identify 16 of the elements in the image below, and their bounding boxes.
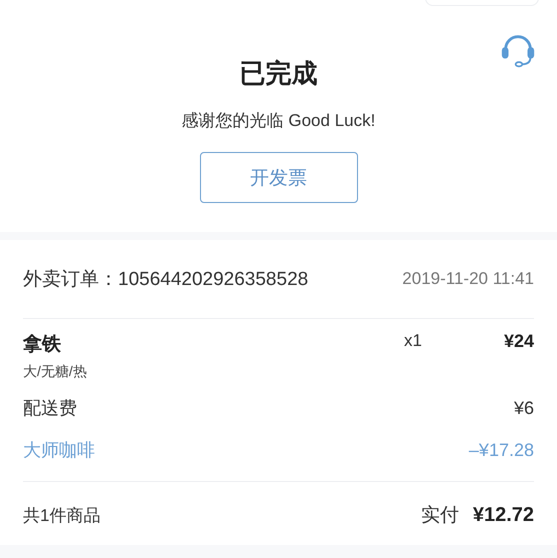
fee-amount: ¥6 bbox=[514, 398, 534, 418]
item-count: 共1件商品 bbox=[23, 504, 102, 526]
product-quantity: x1 bbox=[404, 331, 423, 351]
order-time: 2019-11-20 11:41 bbox=[402, 269, 534, 289]
status-title: 已完成 bbox=[240, 57, 318, 90]
paid-label: 实付 bbox=[420, 504, 459, 528]
discount-label: 大师咖啡 bbox=[23, 439, 95, 462]
thank-you-message: 感谢您的光临 Good Luck! bbox=[182, 110, 376, 132]
product-options: 大/无糖/热 bbox=[23, 363, 404, 381]
fee-label: 配送费 bbox=[23, 397, 77, 420]
discount-amount: –¥17.28 bbox=[468, 440, 534, 460]
paid-amount: ¥12.72 bbox=[472, 504, 534, 526]
product-name: 拿铁 bbox=[23, 333, 62, 357]
invoice-button[interactable]: 开发票 bbox=[200, 152, 358, 203]
product-price: ¥24 bbox=[504, 331, 534, 352]
order-number: 外卖订单：105644202926358528 bbox=[23, 268, 308, 292]
